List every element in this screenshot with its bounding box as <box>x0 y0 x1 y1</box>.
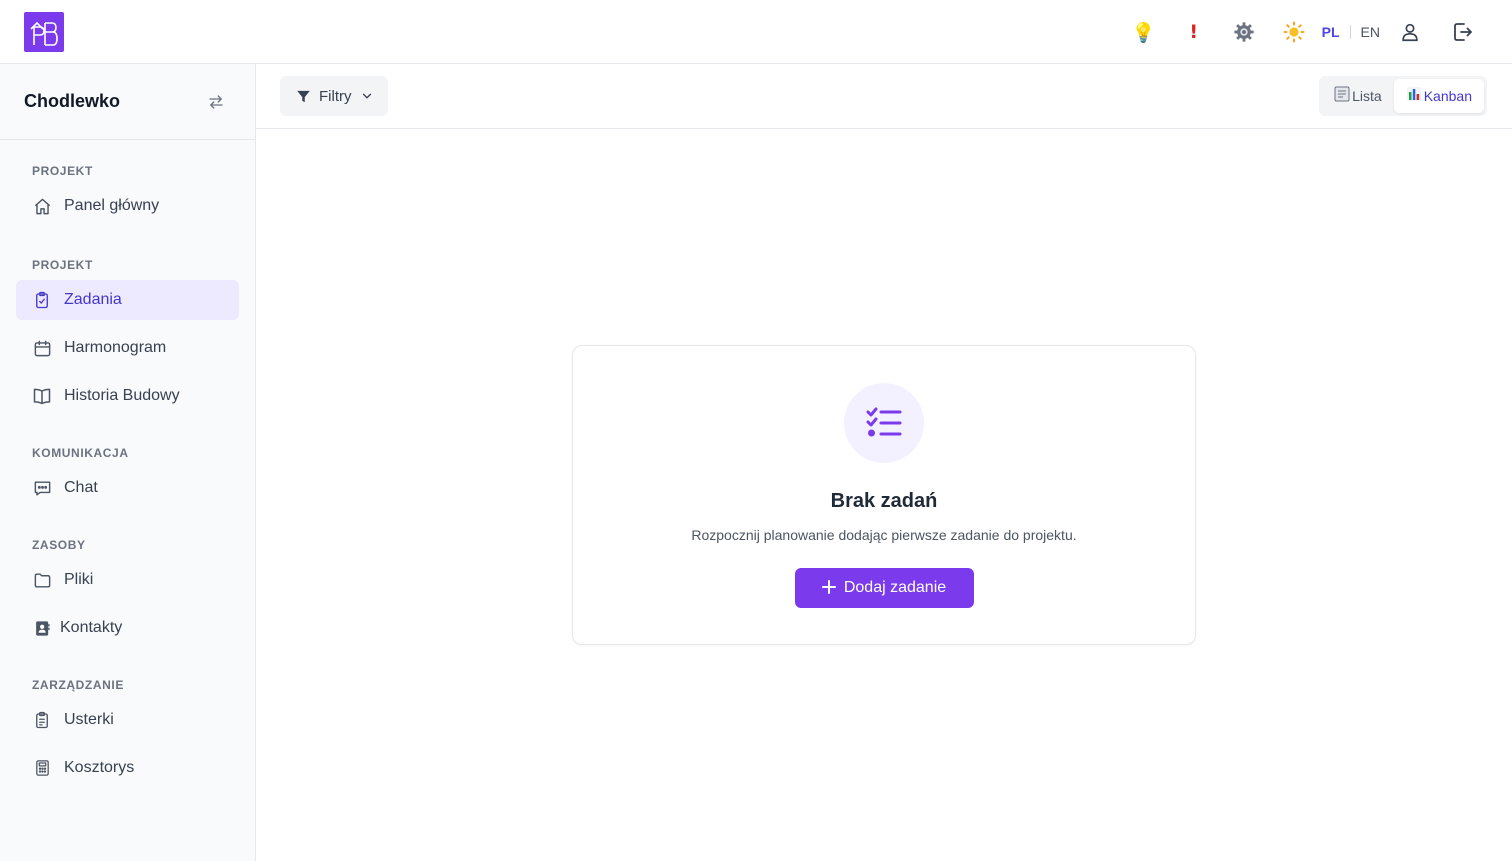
app-logo[interactable] <box>24 12 64 52</box>
logout-svg <box>1454 23 1472 41</box>
clipboard-check-icon <box>32 290 52 310</box>
calculator-icon <box>32 758 52 778</box>
sidebar-item-label: Chat <box>64 479 98 496</box>
sidebar-nav: PROJEKT Panel główny PROJEKT Zadania Har… <box>0 140 255 788</box>
toolbar: Filtry Lista Kanban <box>256 64 1512 129</box>
calendar-icon <box>32 338 52 358</box>
plus-icon <box>821 577 836 599</box>
section-label-projekt-2: PROJEKT <box>32 258 93 272</box>
filter-button[interactable]: Filtry <box>280 76 388 116</box>
kanban-view-icon <box>1406 86 1422 106</box>
home-icon <box>32 196 52 216</box>
project-name: Chodlewko <box>24 91 121 111</box>
sidebar-item-harmonogram[interactable]: Harmonogram <box>16 328 239 368</box>
sidebar-item-chat[interactable]: Chat <box>16 468 239 508</box>
switch-project-icon[interactable] <box>207 93 225 111</box>
add-task-label: Dodaj zadanie <box>843 579 947 596</box>
header-actions: 💡 ! PL EN <box>1130 0 1476 64</box>
exclamation-icon[interactable]: ! <box>1180 18 1208 46</box>
sidebar-item-usterki[interactable]: Usterki <box>16 700 239 740</box>
view-kanban-button[interactable]: Kanban <box>1393 79 1484 113</box>
sidebar-item-kontakty[interactable]: Kontakty <box>16 608 239 648</box>
view-list-label: Lista <box>1352 88 1382 104</box>
sidebar-item-pliki[interactable]: Pliki <box>16 560 239 600</box>
sidebar-item-label: Pliki <box>64 571 94 588</box>
sidebar-item-zadania[interactable]: Zadania <box>16 280 239 320</box>
lightbulb-icon[interactable]: 💡 <box>1130 18 1158 46</box>
top-bar: 💡 ! PL EN <box>0 0 1512 64</box>
lang-pl-button[interactable]: PL <box>1322 24 1340 40</box>
add-task-button[interactable]: Dodaj zadanie <box>794 568 974 608</box>
sidebar-item-label: Panel główny <box>64 197 160 214</box>
contacts-icon <box>32 618 52 638</box>
task-list-icon <box>844 383 924 463</box>
sidebar-item-panel-glowny[interactable]: Panel główny <box>16 186 239 226</box>
chevron-down-icon <box>360 89 374 103</box>
sidebar-item-label: Harmonogram <box>64 339 167 356</box>
clipboard-list-icon <box>32 710 52 730</box>
user-icon[interactable] <box>1396 18 1424 46</box>
section-label-komunikacja: KOMUNIKACJA <box>32 446 129 460</box>
sidebar-item-historia-budowy[interactable]: Historia Budowy <box>16 376 239 416</box>
view-toggle: Lista Kanban <box>1319 76 1487 116</box>
empty-state-card: Brak zadań Rozpocznij planowanie dodając… <box>572 345 1196 645</box>
sun-svg <box>1283 21 1305 43</box>
book-icon <box>32 386 52 406</box>
section-label-projekt: PROJEKT <box>32 164 93 178</box>
view-list-button[interactable]: Lista <box>1322 79 1394 113</box>
lang-divider <box>1349 25 1351 39</box>
section-label-zarzadzanie: ZARZĄDZANIE <box>32 678 124 692</box>
gear-svg <box>1234 22 1254 42</box>
sidebar: Chodlewko PROJEKT Panel główny PROJEKT Z… <box>0 64 256 861</box>
empty-state-title: Brak zadań <box>830 490 938 512</box>
project-header: Chodlewko <box>0 64 255 140</box>
folder-icon <box>32 570 52 590</box>
section-label-zasoby: ZASOBY <box>32 538 86 552</box>
arrows-swap-svg <box>209 94 223 109</box>
gear-icon[interactable] <box>1230 18 1258 46</box>
chat-icon <box>32 478 52 498</box>
sidebar-item-kosztorys[interactable]: Kosztorys <box>16 748 239 788</box>
user-svg <box>1402 23 1418 42</box>
sidebar-item-label: Zadania <box>64 291 122 308</box>
main-content: Filtry Lista Kanban Brak zadań Rozpoczni… <box>256 64 1512 861</box>
sidebar-item-label: Usterki <box>64 711 114 728</box>
sidebar-item-label: Historia Budowy <box>64 387 180 404</box>
view-kanban-label: Kanban <box>1423 88 1472 104</box>
sidebar-item-label: Kosztorys <box>64 759 135 776</box>
logout-icon[interactable] <box>1448 18 1476 46</box>
logo-mark-icon <box>30 21 58 46</box>
lang-en-button[interactable]: EN <box>1361 24 1380 40</box>
filter-icon <box>296 89 311 104</box>
sun-icon[interactable] <box>1280 18 1308 46</box>
empty-state-description: Rozpocznij planowanie dodając pierwsze z… <box>691 527 1077 543</box>
list-view-icon <box>1334 86 1350 106</box>
sidebar-item-label: Kontakty <box>60 619 123 636</box>
filter-label: Filtry <box>319 87 352 105</box>
